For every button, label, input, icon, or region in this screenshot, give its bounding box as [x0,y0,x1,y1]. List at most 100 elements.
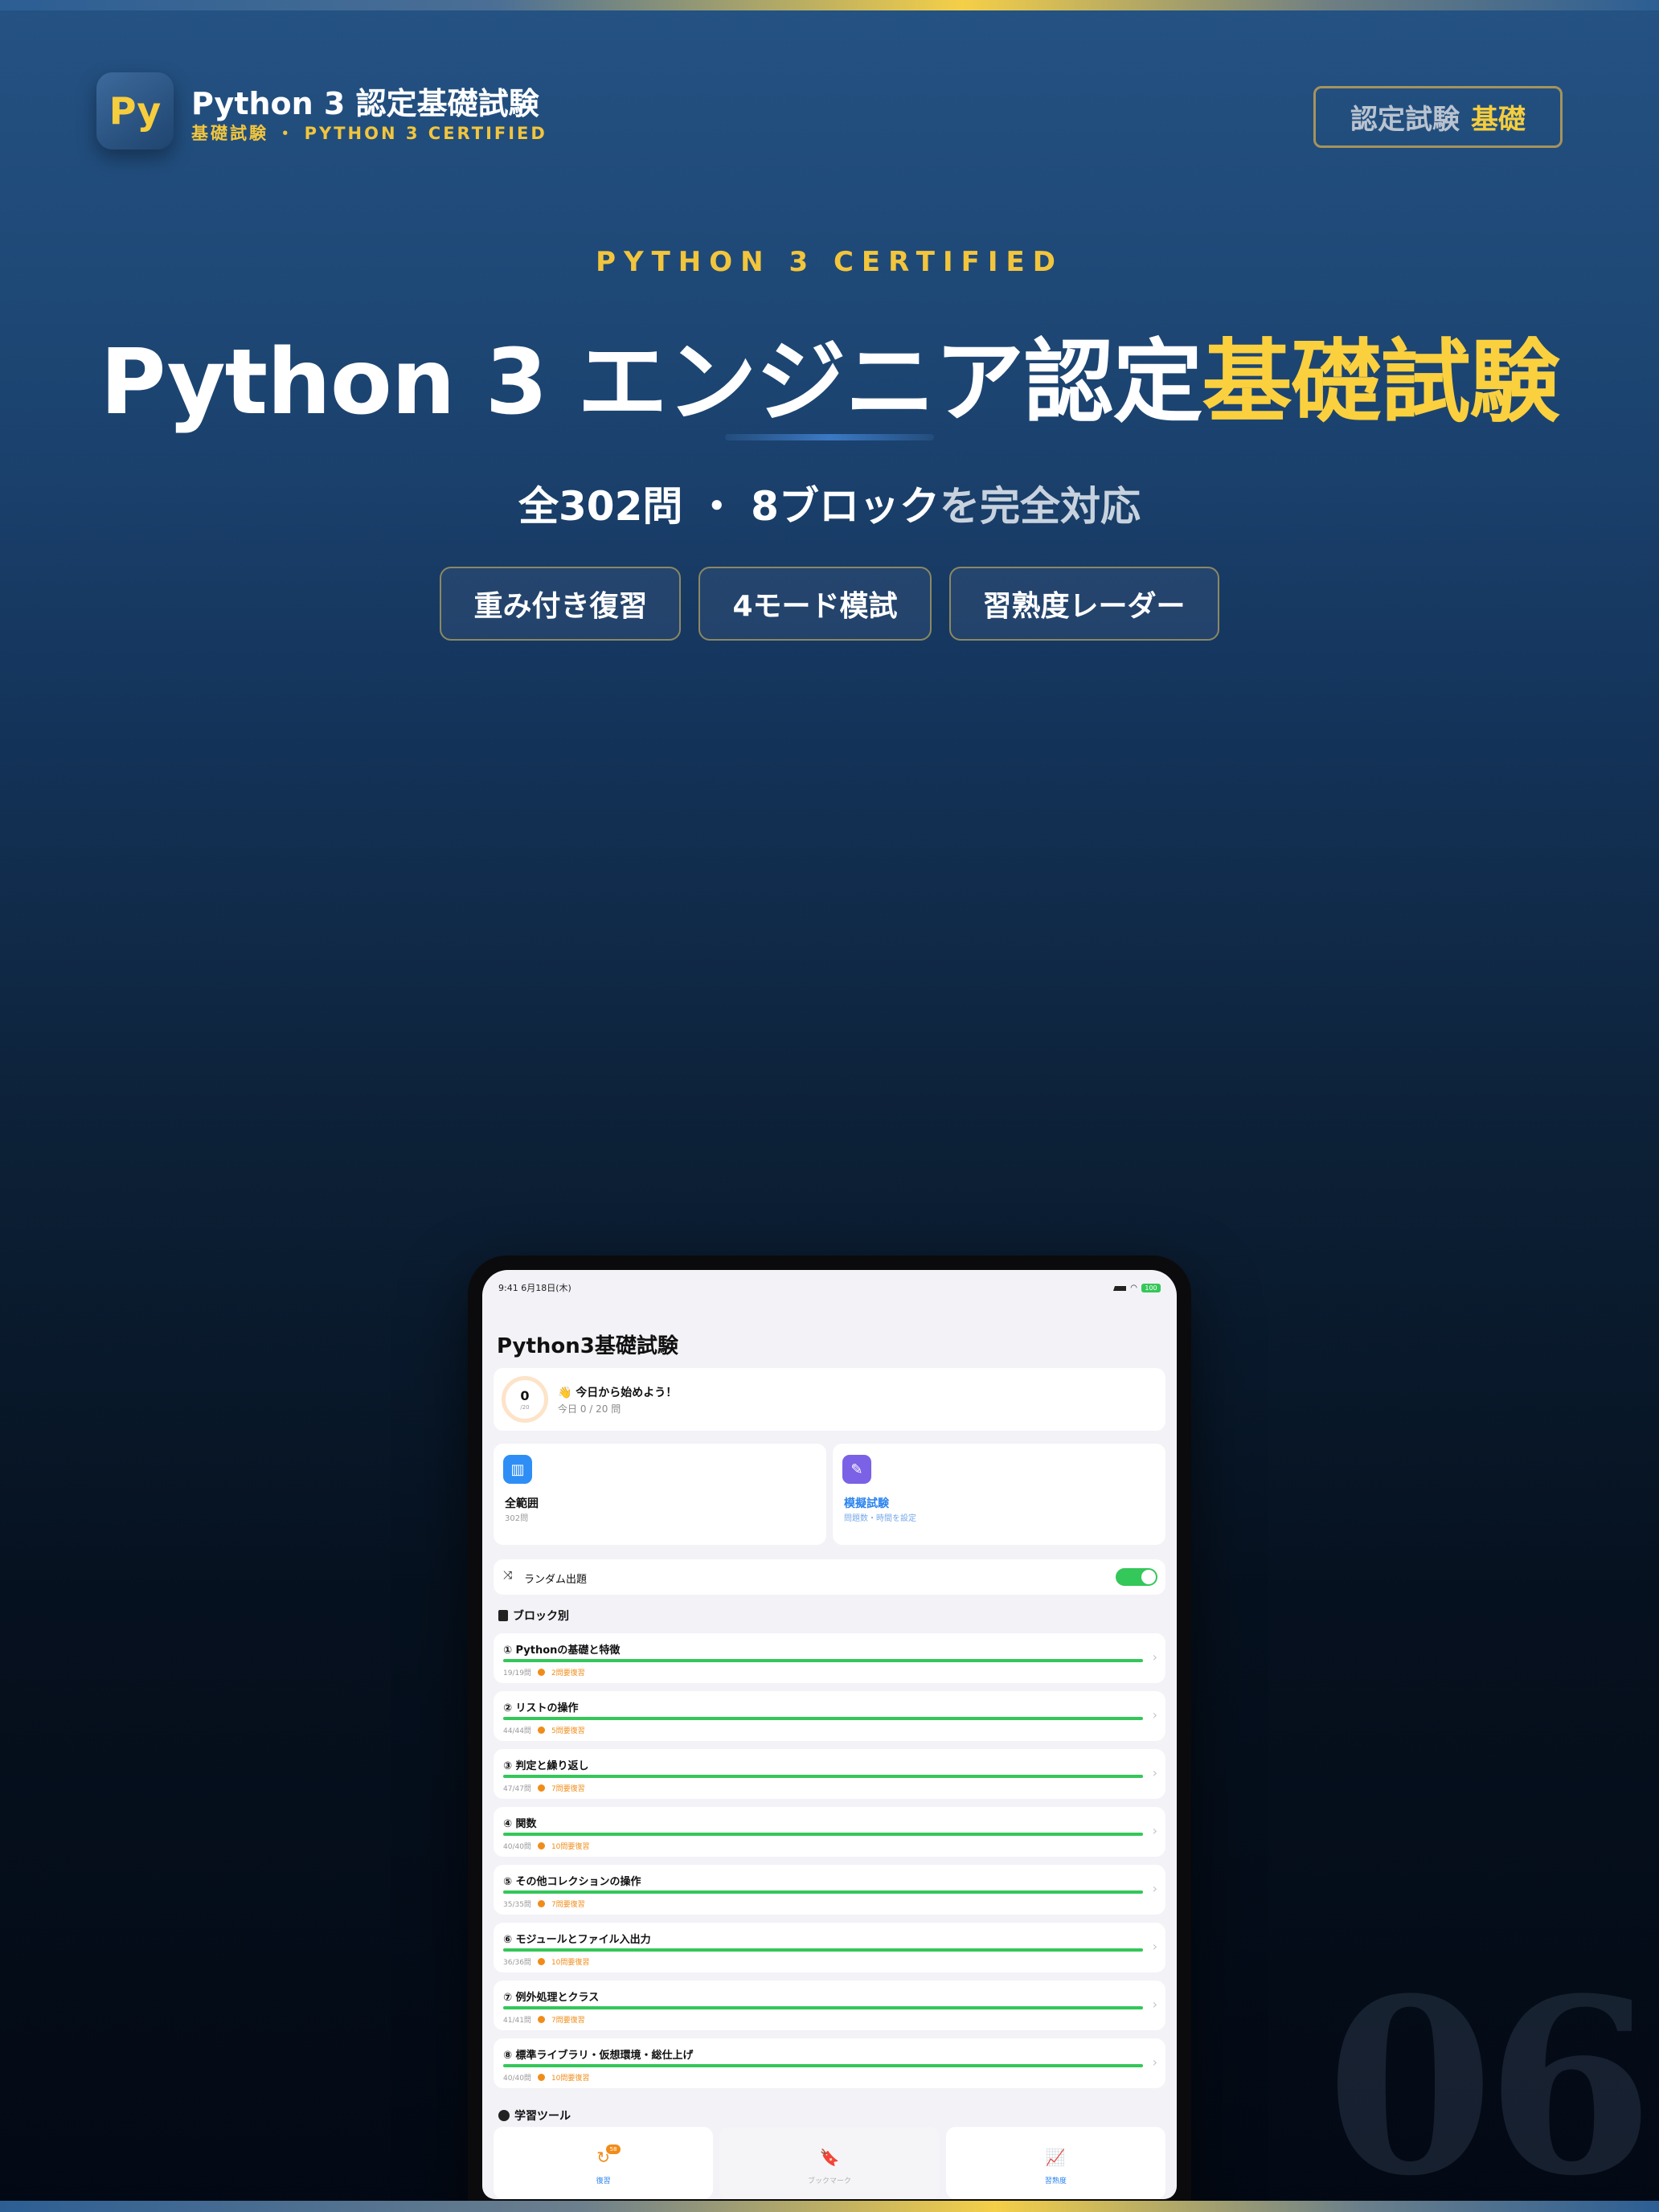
block-meta: 36/36問 10問要復習 [503,1956,589,1967]
block-meta: 41/41問 7問要復習 [503,2014,585,2025]
block-count: 47/47問 [503,1785,531,1793]
block-review-count: 10問要復習 [551,1843,590,1851]
warning-icon [537,1669,545,1676]
block-row[interactable]: ① Pythonの基礎と特徴 19/19問 2問要復習 › [494,1633,1165,1683]
block-name: ⑤ その他コレクションの操作 [503,1876,641,1888]
tools-section-title: 学習ツール [498,2108,571,2124]
block-progress-bar [503,1948,1143,1952]
warning-icon [537,1842,545,1849]
app-title: Python3基礎試験 [497,1334,678,1358]
block-review-count: 7問要復習 [551,1785,585,1793]
today-progress-text: 今日 0 / 20 問 [558,1403,621,1415]
block-meta: 47/47問 7問要復習 [503,1783,585,1793]
block-count: 40/40問 [503,1843,531,1851]
warning-icon [537,1958,545,1965]
block-meta: 35/35問 7問要復習 [503,1899,585,1909]
block-review-count: 7問要復習 [551,1901,585,1909]
block-meta: 19/19問 2問要復習 [503,1667,585,1677]
chevron-right-icon: › [1152,1823,1157,1838]
headline-yellow-part: 基礎試験 [1202,330,1560,435]
hero-subline: 全302問 ・ 8ブロックを完全対応 [0,474,1659,532]
toggle-knob [1141,1570,1156,1584]
block-row[interactable]: ③ 判定と繰り返し 47/47問 7問要復習 › [494,1749,1165,1799]
wifi-icon: ◠ [1130,1283,1137,1292]
warning-icon [537,2016,545,2023]
block-row[interactable]: ⑥ モジュールとファイル入出力 36/36問 10問要復習 › [494,1923,1165,1972]
warning-icon [537,1900,545,1907]
tool-label: 復習 [596,2177,611,2185]
bar-chart-icon: ▥ [503,1455,532,1484]
review-tool-button[interactable]: ↻ 58 復習 [494,2127,714,2199]
badge-label-2: 基礎 [1471,104,1526,136]
block-progress-bar [503,1659,1143,1662]
block-name: ⑦ 例外処理とクラス [503,1992,600,2004]
block-row[interactable]: ④ 関数 40/40問 10問要復習 › [494,1807,1165,1857]
daily-goal: /20 [520,1404,530,1411]
block-review-count: 10問要復習 [551,2075,590,2083]
bookmark-icon: 🔖 [819,2148,840,2167]
clipboard-icon: ✎ [842,1455,871,1484]
mock-exam-mode-card[interactable]: ✎ 模擬試験 問題数・時間を設定 [833,1444,1165,1545]
chevron-right-icon: › [1152,1997,1157,2012]
chevron-right-icon: › [1152,1881,1157,1896]
status-time: 9:41 6月18日(木) [498,1283,571,1293]
daily-count: 0 [520,1388,530,1403]
block-row[interactable]: ② リストの操作 44/44問 5問要復習 › [494,1691,1165,1741]
mode-label: 全範囲 [505,1497,539,1510]
full-range-mode-card[interactable]: ▥ 全範囲 302問 [494,1444,826,1545]
top-accent-rule [0,0,1659,10]
status-bar: 9:41 6月18日(木) ◠ 100 [498,1281,1161,1294]
block-review-count: 2問要復習 [551,1669,585,1677]
today-progress-card[interactable]: 0 /20 👋 今日から始めよう！ 今日 0 / 20 問 [494,1368,1165,1431]
signal-icon [1113,1284,1127,1291]
block-name: ③ 判定と繰り返し [503,1760,589,1772]
block-meta: 40/40問 10問要復習 [503,1841,589,1851]
tool-label: 習熟度 [1044,2177,1067,2185]
chevron-right-icon: › [1152,2054,1157,2070]
block-progress-bar [503,1890,1143,1894]
block-count: 41/41問 [503,2017,531,2025]
feature-pill: 4モード模試 [698,567,932,641]
block-progress-bar [503,2006,1143,2009]
random-order-label: ランダム出題 [524,1574,588,1586]
block-count: 35/35問 [503,1901,531,1909]
bookmark-tool-button[interactable]: 🔖 ブックマーク [719,2127,940,2199]
battery-icon: 100 [1141,1283,1161,1292]
chevron-right-icon: › [1152,1939,1157,1954]
block-count: 44/44問 [503,1727,531,1735]
block-count: 19/19問 [503,1669,531,1677]
mode-sublabel: 302問 [505,1514,529,1523]
block-review-count: 5問要復習 [551,1727,585,1735]
block-progress-bar [503,1833,1143,1836]
review-count-badge: 58 [606,2144,621,2154]
block-count: 40/40問 [503,2075,531,2083]
block-progress-bar [503,1717,1143,1720]
tools-icon [498,2110,510,2121]
block-name: ⑧ 標準ライブラリ・仮想環境・総仕上げ [503,2050,694,2062]
block-progress-bar [503,1775,1143,1778]
shuffle-icon: ⤨ [503,1569,513,1582]
hero-eyebrow: PYTHON 3 CERTIFIED [596,246,1063,278]
mode-label: 模擬試験 [844,1497,889,1510]
block-row[interactable]: ⑦ 例外処理とクラス 41/41問 7問要復習 › [494,1981,1165,2030]
block-progress-bar [503,2064,1143,2067]
tool-label: ブックマーク [807,2177,851,2185]
mastery-tool-button[interactable]: 📈 習熟度 [945,2127,1165,2199]
block-meta: 44/44問 5問要復習 [503,1725,585,1735]
block-name: ② リストの操作 [503,1702,579,1714]
warning-icon [537,1784,545,1792]
feature-pill: 重み付き復習 [440,567,682,641]
random-order-toggle[interactable] [1116,1568,1157,1586]
logo-text: Py [109,89,162,133]
block-name: ① Pythonの基礎と特徴 [503,1645,621,1657]
app-logo: Py [96,72,174,150]
warning-icon [537,1727,545,1734]
headline-white-part: Python 3 エンジニア認定 [100,330,1202,435]
bottom-accent-rule [0,2201,1659,2212]
tablet-screen: 9:41 6月18日(木) ◠ 100 Python3基礎試験 0 /20 👋 … [482,1270,1177,2199]
block-row[interactable]: ⑧ 標準ライブラリ・仮想環境・総仕上げ 40/40問 10問要復習 › [494,2038,1165,2088]
block-row[interactable]: ⑤ その他コレクションの操作 35/35問 7問要復習 › [494,1865,1165,1915]
block-name: ⑥ モジュールとファイル入出力 [503,1934,651,1946]
warning-icon [537,2074,545,2081]
block-count: 36/36問 [503,1959,531,1967]
